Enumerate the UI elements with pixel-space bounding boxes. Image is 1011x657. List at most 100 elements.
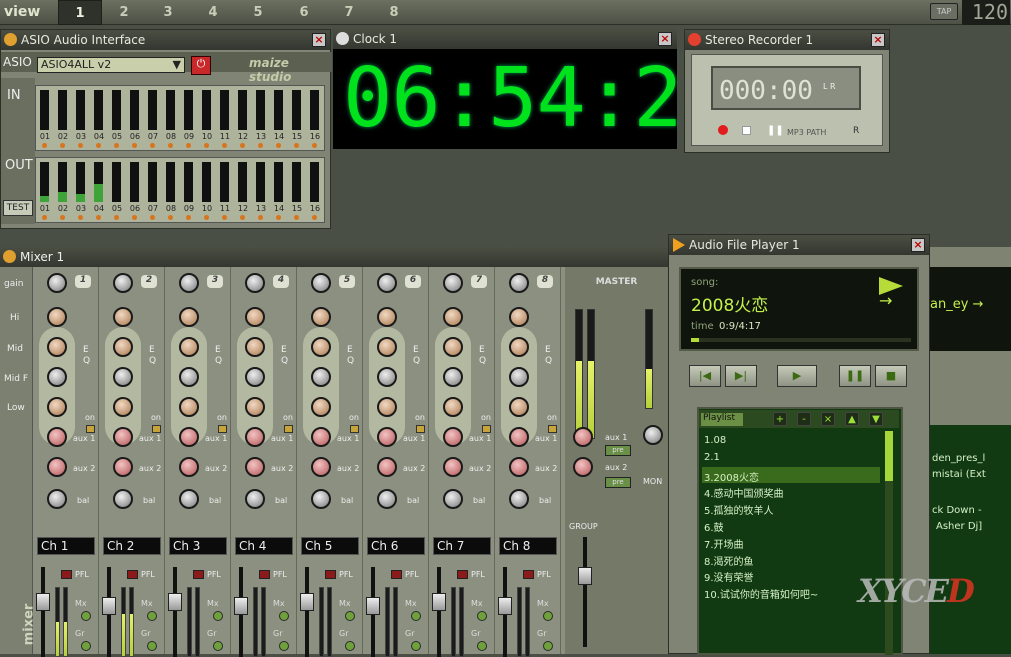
mixer-titlebar[interactable]: Mixer 1 [0,247,668,267]
page-tab-4[interactable]: 4 [191,0,235,25]
eq-mid-knob[interactable] [179,337,199,357]
pfl-button[interactable] [259,570,270,579]
channel-fader[interactable] [432,593,446,611]
input-channel-led[interactable] [186,143,191,148]
next-track-button[interactable]: ▶| [725,365,757,387]
input-channel-led[interactable] [222,143,227,148]
gr-button[interactable] [81,641,91,651]
clock-close-button[interactable]: × [658,32,672,46]
playlist-item[interactable]: 8.渴死的鱼 [702,551,880,568]
balance-knob[interactable] [509,489,529,509]
aux2-knob[interactable] [179,457,199,477]
group-fader[interactable] [578,567,592,585]
output-channel-led[interactable] [276,215,281,220]
list-item[interactable]: ck Down - [932,505,982,516]
channel-fader[interactable] [168,593,182,611]
monitor-knob[interactable] [643,425,663,445]
output-channel-led[interactable] [60,215,65,220]
aux2-knob[interactable] [245,457,265,477]
eq-midf-knob[interactable] [509,367,529,387]
scrollbar-thumb[interactable] [885,431,893,481]
channel-fader[interactable] [300,593,314,611]
mx-button[interactable] [147,611,157,621]
channel-fader[interactable] [366,597,380,615]
output-channel-led[interactable] [222,215,227,220]
eq-hi-knob[interactable] [377,307,397,327]
playlist-item[interactable]: 1.08 [702,433,880,449]
eq-on-button[interactable] [548,425,557,433]
input-channel-led[interactable] [114,143,119,148]
asio-titlebar[interactable]: ASIO Audio Interface [1,30,330,50]
aux1-knob[interactable] [377,427,397,447]
master-aux1-knob[interactable] [573,427,593,447]
mx-button[interactable] [477,611,487,621]
eq-on-button[interactable] [416,425,425,433]
page-tab-2[interactable]: 2 [102,0,146,25]
pause-button[interactable]: ❚❚ [839,365,871,387]
aux1-knob[interactable] [509,427,529,447]
eq-mid-knob[interactable] [311,337,331,357]
eq-on-button[interactable] [482,425,491,433]
aux1-knob[interactable] [47,427,67,447]
output-channel-led[interactable] [186,215,191,220]
aux2-pre-button[interactable]: pre [605,477,631,488]
aux2-knob[interactable] [311,457,331,477]
playlist-item[interactable]: 2.1 [702,450,880,466]
eq-midf-knob[interactable] [179,367,199,387]
playlist-item[interactable]: 5.孤独的牧羊人 [702,500,880,517]
eq-midf-knob[interactable] [443,367,463,387]
eq-hi-knob[interactable] [311,307,331,327]
channel-fader[interactable] [102,597,116,615]
eq-low-knob[interactable] [47,397,67,417]
list-item[interactable]: mistai (Ext [932,469,986,480]
eq-on-button[interactable] [218,425,227,433]
page-tab-3[interactable]: 3 [146,0,190,25]
pfl-button[interactable] [193,570,204,579]
playlist-scrollbar[interactable] [885,431,893,655]
eq-low-knob[interactable] [443,397,463,417]
eq-hi-knob[interactable] [113,307,133,327]
playlist-item[interactable]: 9.没有荣誉 [702,567,880,584]
eq-midf-knob[interactable] [245,367,265,387]
aux1-knob[interactable] [311,427,331,447]
input-channel-led[interactable] [42,143,47,148]
gain-knob[interactable] [113,273,133,293]
gr-button[interactable] [213,641,223,651]
playlist-remove-button[interactable]: - [797,412,811,426]
gr-button[interactable] [345,641,355,651]
asio-device-select[interactable]: ASIO4ALL v2 ▼ [37,57,185,73]
list-item[interactable]: den_pres_l [932,453,985,464]
page-tab-7[interactable]: 7 [327,0,371,25]
eq-on-button[interactable] [86,425,95,433]
player-close-button[interactable]: × [911,238,925,252]
gr-button[interactable] [477,641,487,651]
eq-mid-knob[interactable] [443,337,463,357]
output-channel-led[interactable] [294,215,299,220]
aux1-knob[interactable] [179,427,199,447]
channel-fader[interactable] [234,597,248,615]
output-channel-led[interactable] [204,215,209,220]
pfl-button[interactable] [391,570,402,579]
balance-knob[interactable] [113,489,133,509]
playlist-add-button[interactable]: + [773,412,787,426]
gain-knob[interactable] [443,273,463,293]
channel-fader[interactable] [498,597,512,615]
eq-low-knob[interactable] [113,397,133,417]
pause-button[interactable]: ❚❚ [767,125,784,136]
input-channel-led[interactable] [168,143,173,148]
eq-hi-knob[interactable] [443,307,463,327]
balance-knob[interactable] [179,489,199,509]
input-channel-led[interactable] [204,143,209,148]
gr-button[interactable] [279,641,289,651]
output-channel-led[interactable] [240,215,245,220]
gr-button[interactable] [543,641,553,651]
playlist-item[interactable]: 10.试试你的音箱如何吧~ [702,584,880,601]
eq-on-button[interactable] [350,425,359,433]
list-item[interactable]: Asher Dj] [936,521,982,532]
input-channel-led[interactable] [312,143,317,148]
page-tab-5[interactable]: 5 [236,0,280,25]
aux1-pre-button[interactable]: pre [605,445,631,456]
pfl-button[interactable] [523,570,534,579]
aux1-knob[interactable] [443,427,463,447]
gain-knob[interactable] [179,273,199,293]
